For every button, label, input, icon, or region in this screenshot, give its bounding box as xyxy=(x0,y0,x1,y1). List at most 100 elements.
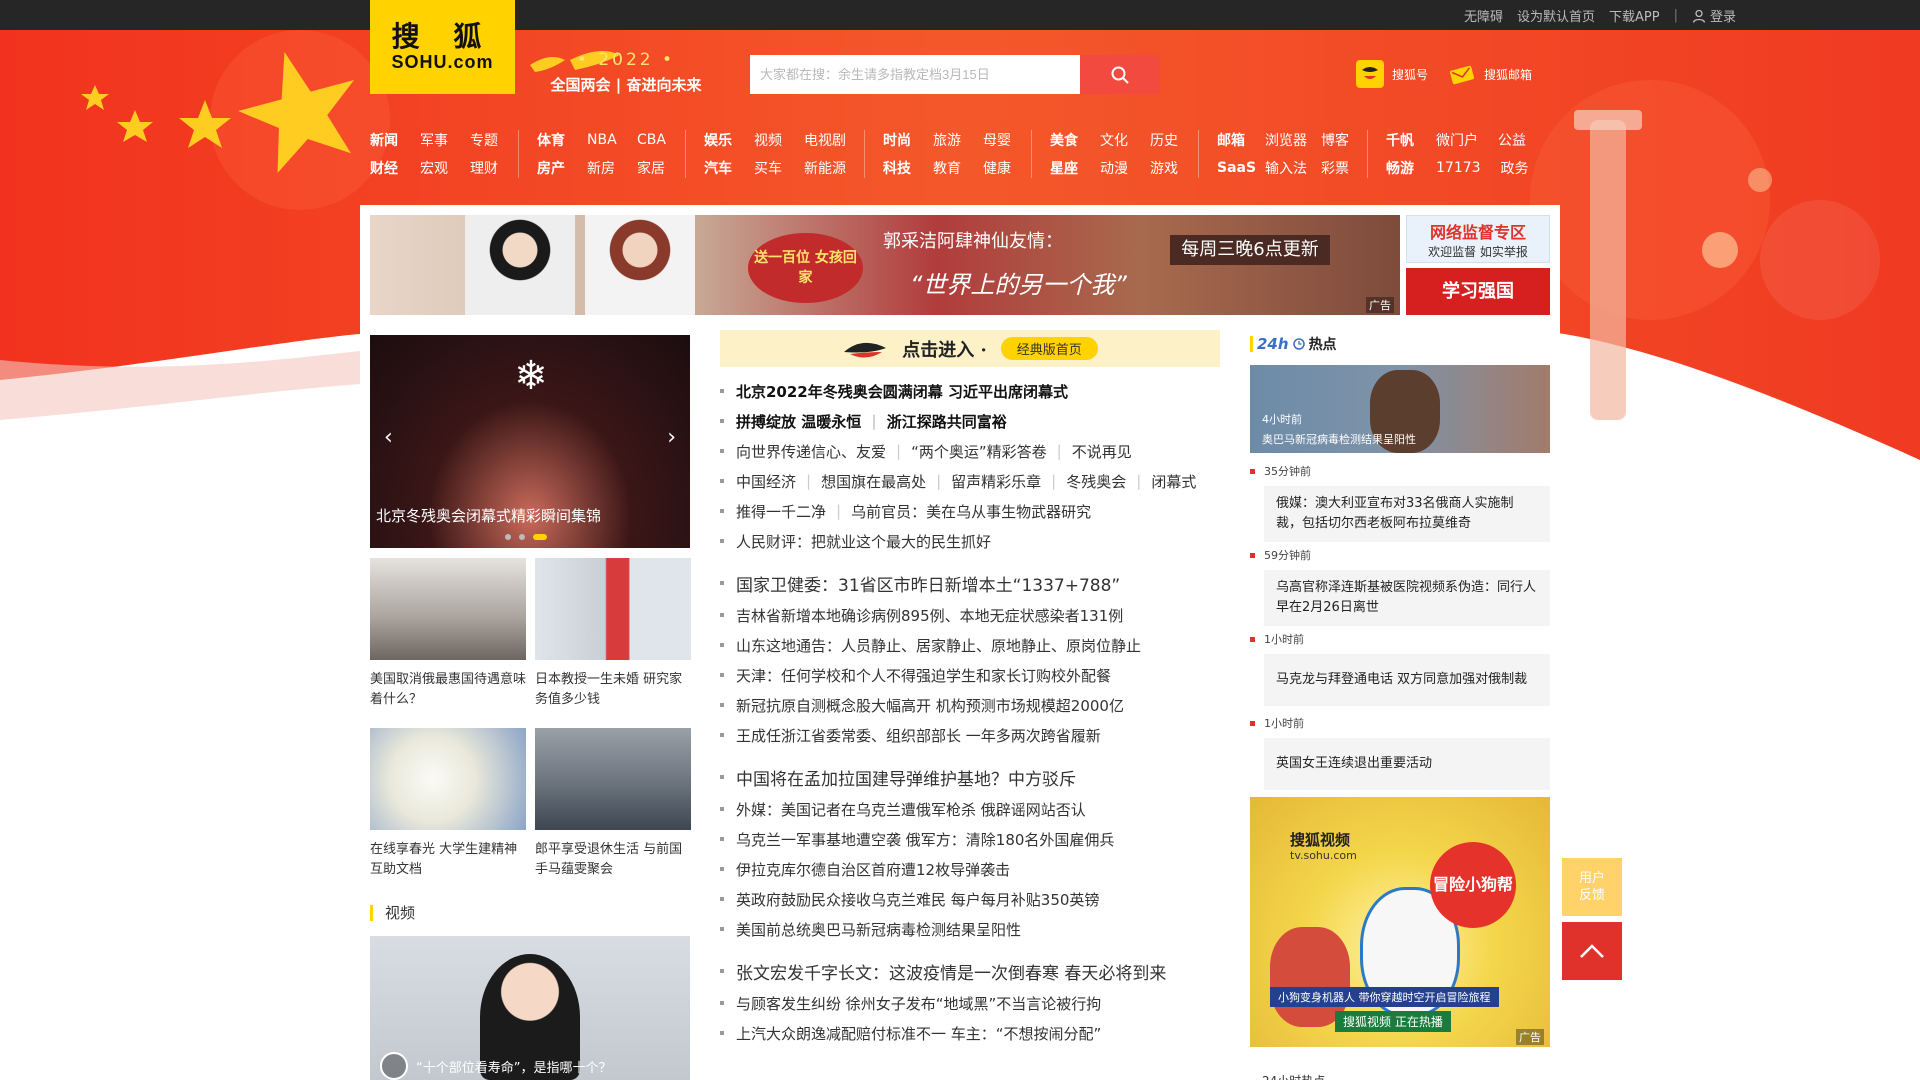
nav-item[interactable]: 彩票 xyxy=(1321,158,1349,178)
nav-item[interactable]: 体育 xyxy=(537,130,567,150)
news-link[interactable]: 山东这地通告：人员静止、居家静止、原地静止、原岗位静止 xyxy=(736,635,1141,656)
nav-item[interactable]: 电视剧 xyxy=(804,130,846,150)
nav-item[interactable]: 财经 xyxy=(370,158,400,178)
nav-item[interactable]: 星座 xyxy=(1050,158,1080,178)
news-thumb[interactable]: 在线享春光 大学生建精神互助文档 xyxy=(370,728,526,880)
nav-item[interactable]: 千帆 xyxy=(1386,130,1416,150)
news-link[interactable]: “两个奥运”精彩答卷 xyxy=(911,441,1047,462)
nav-item[interactable]: 新房 xyxy=(587,158,617,178)
nav-item[interactable]: 健康 xyxy=(983,158,1013,178)
two-sessions-slogan[interactable]: • 2022 • 全国两会 | 奋进向未来 xyxy=(546,50,706,95)
classic-homepage-button[interactable]: 经典版首页 xyxy=(1000,337,1098,360)
nav-item[interactable]: 理财 xyxy=(470,158,500,178)
video-section-heading[interactable]: 视频 xyxy=(370,905,415,921)
nav-item[interactable]: 文化 xyxy=(1100,130,1130,150)
news-link[interactable]: 新冠抗原自测概念股大幅高开 机构预测市场规模超2000亿 xyxy=(736,695,1124,716)
hot-item[interactable]: 59分钟前 乌高官称泽连斯基被医院视频系伪造：同行人早在2月26日离世 xyxy=(1250,548,1550,626)
internet-supervision-ad[interactable]: 网络监督专区 欢迎监督 如实举报 xyxy=(1406,215,1550,263)
nav-item[interactable]: NBA xyxy=(587,132,617,148)
cartoon-ad[interactable]: 搜狐视频 tv.sohu.com 冒险小狗帮 小狗变身机器人 带你穿越时空开启冒… xyxy=(1250,797,1550,1047)
nav-item[interactable]: 美食 xyxy=(1050,130,1080,150)
news-link[interactable]: 天津：任何学校和个人不得强迫学生和家长订购校外配餐 xyxy=(736,665,1111,686)
back-to-top-button[interactable] xyxy=(1562,922,1622,980)
news-link[interactable]: 与顾客发生纠纷 徐州女子发布“地域黑”不当言论被行拘 xyxy=(736,993,1101,1014)
nav-item[interactable]: 畅游 xyxy=(1386,158,1416,178)
nav-item[interactable]: CBA xyxy=(637,132,667,148)
news-link[interactable]: 浙江探路共同富裕 xyxy=(887,411,1007,432)
slider-prev-icon[interactable]: ‹ xyxy=(384,425,393,450)
sohu-logo[interactable]: 搜 狐 SOHU.com xyxy=(370,0,515,94)
news-link[interactable]: 美国前总统奥巴马新冠病毒检测结果呈阳性 xyxy=(736,919,1021,940)
nav-item[interactable]: 军事 xyxy=(420,130,450,150)
set-homepage-link[interactable]: 设为默认首页 xyxy=(1517,6,1595,25)
nav-item[interactable]: 博客 xyxy=(1321,130,1349,150)
nav-item[interactable]: 输入法 xyxy=(1265,158,1307,178)
accessibility-link[interactable]: 无障碍 xyxy=(1464,6,1503,25)
news-link[interactable]: 拼搏绽放 温暖永恒 xyxy=(736,411,861,432)
play-icon[interactable] xyxy=(380,1052,408,1080)
nav-item[interactable]: 时尚 xyxy=(883,130,913,150)
nav-item[interactable]: 旅游 xyxy=(933,130,963,150)
slider-dot[interactable] xyxy=(519,534,525,540)
slider-dot-active[interactable] xyxy=(533,534,547,540)
nav-item[interactable]: 政务 xyxy=(1501,158,1531,178)
nav-item[interactable]: 17173 xyxy=(1436,160,1481,176)
nav-item[interactable]: 母婴 xyxy=(983,130,1013,150)
nav-item[interactable]: 房产 xyxy=(537,158,567,178)
news-link[interactable]: 人民财评：把就业这个最大的民生抓好 xyxy=(736,531,991,552)
news-thumb[interactable]: 美国取消俄最惠国待遇意味着什么？ xyxy=(370,558,526,710)
news-link[interactable]: 王成任浙江省委常委、组织部部长 一年多两次跨省履新 xyxy=(736,725,1101,746)
nav-item[interactable]: 新闻 xyxy=(370,130,400,150)
login-link[interactable]: 登录 xyxy=(1692,6,1736,25)
news-link[interactable]: 伊拉克库尔德自治区首府遭12枚导弹袭击 xyxy=(736,859,1010,880)
nav-item[interactable]: 家居 xyxy=(637,158,667,178)
nav-item[interactable]: 公益 xyxy=(1498,130,1528,150)
news-link[interactable]: 英政府鼓励民众接收乌克兰难民 每户每月补贴350英镑 xyxy=(736,889,1099,910)
nav-item[interactable]: 宏观 xyxy=(420,158,450,178)
sohu-hao-link[interactable]: 搜狐号 xyxy=(1356,60,1428,88)
news-link[interactable]: 想国旗在最高处 xyxy=(821,471,926,492)
nav-item[interactable]: 邮箱 xyxy=(1217,130,1251,150)
news-link[interactable]: 冬残奥会 xyxy=(1066,471,1126,492)
video-card[interactable]: “十个部位看寿命”，是指哪十个？ xyxy=(370,936,690,1080)
news-link[interactable]: 乌前官员：美在乌从事生物武器研究 xyxy=(851,501,1091,522)
news-thumb[interactable]: 日本教授一生未婚 研究家务值多少钱 xyxy=(535,558,691,710)
banner-ad[interactable]: 送一百位 女孩回家 郭采洁阿肆神仙友情： “世界上的另一个我” 每周三晚6点更新… xyxy=(370,215,1400,315)
hot-item[interactable]: 1小时前 英国女王连续退出重要活动 xyxy=(1250,716,1550,790)
news-link[interactable]: 推得一千二净 xyxy=(736,501,826,522)
news-link[interactable]: 外媒：美国记者在乌克兰遭俄军枪杀 俄辟谣网站否认 xyxy=(736,799,1086,820)
hot-top-card[interactable]: 4小时前 奥巴马新冠病毒检测结果呈阳性 xyxy=(1250,365,1550,453)
slider-next-icon[interactable]: › xyxy=(667,425,676,450)
search-button[interactable] xyxy=(1080,55,1160,94)
nav-item[interactable]: 动漫 xyxy=(1100,158,1130,178)
nav-item[interactable]: 专题 xyxy=(470,130,500,150)
news-link[interactable]: 上汽大众朗逸减配赔付标准不一 车主：“不想按闹分配” xyxy=(736,1023,1101,1044)
news-link[interactable]: 不说再见 xyxy=(1072,441,1132,462)
nav-item[interactable]: 历史 xyxy=(1150,130,1180,150)
news-link[interactable]: 吉林省新增本地确诊病例895例、本地无症状感染者131例 xyxy=(736,605,1123,626)
nav-item[interactable]: 微门户 xyxy=(1436,130,1478,150)
nav-item[interactable]: 娱乐 xyxy=(704,130,734,150)
headline-slider[interactable]: ❄ ‹ › 北京冬残奥会闭幕式精彩瞬间集锦 xyxy=(370,335,690,548)
search-input[interactable] xyxy=(750,55,1080,94)
news-link[interactable]: 中国将在孟加拉国建导弹维护基地？中方驳斥 xyxy=(736,765,1076,790)
sohu-mail-link[interactable]: 搜狐邮箱 xyxy=(1448,60,1532,88)
nav-item[interactable]: 买车 xyxy=(754,158,784,178)
nav-item[interactable]: 浏览器 xyxy=(1265,130,1307,150)
news-thumb[interactable]: 郎平享受退休生活 与前国手马蕴雯聚会 xyxy=(535,728,691,880)
hot-item[interactable]: 35分钟前 俄媒：澳大利亚宣布对33名俄商人实施制裁，包括切尔西老板阿布拉莫维奇 xyxy=(1250,464,1550,542)
nav-item[interactable]: 视频 xyxy=(754,130,784,150)
news-link[interactable]: 张文宏发千字长文：这波疫情是一次倒春寒 春天必将到来 xyxy=(736,959,1166,984)
nav-item[interactable]: 新能源 xyxy=(804,158,846,178)
download-app-link[interactable]: 下载APP xyxy=(1609,6,1660,25)
feedback-button[interactable]: 用户反馈 xyxy=(1562,858,1622,916)
news-link[interactable]: 乌克兰一军事基地遭空袭 俄军方：清除180名外国雇佣兵 xyxy=(736,829,1114,850)
nav-item[interactable]: 科技 xyxy=(883,158,913,178)
classic-homepage-entry[interactable]: 点击进入 · 经典版首页 xyxy=(720,330,1220,367)
news-link[interactable]: 向世界传递信心、友爱 xyxy=(736,441,886,462)
nav-item[interactable]: SaaS xyxy=(1217,160,1256,176)
news-link[interactable]: 国家卫健委：31省区市昨日新增本土“1337+788” xyxy=(736,571,1120,596)
nav-item[interactable]: 汽车 xyxy=(704,158,734,178)
news-link[interactable]: 中国经济 xyxy=(736,471,796,492)
news-link[interactable]: 闭幕式 xyxy=(1151,471,1196,492)
